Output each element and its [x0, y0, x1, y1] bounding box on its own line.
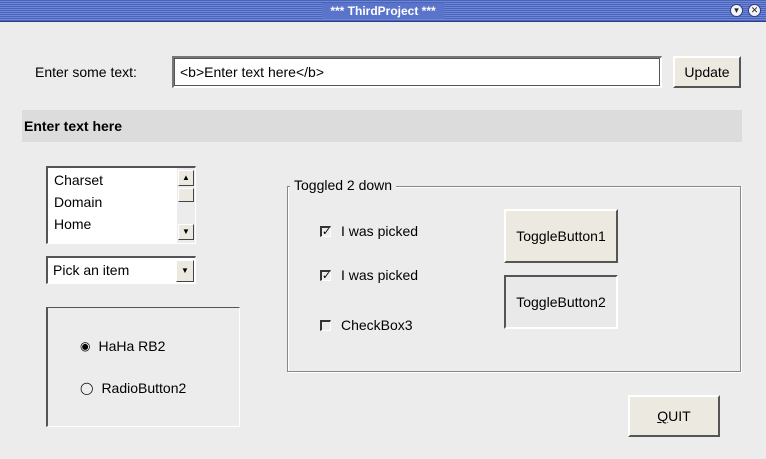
output-banner: Enter text here [22, 110, 742, 142]
toggle-button-1[interactable]: ToggleButton1 [504, 209, 618, 263]
radio-unselected-icon: ◯ [80, 381, 94, 395]
checkbox-1[interactable]: ✓ I was picked [320, 223, 418, 239]
list-item[interactable]: Charset [54, 172, 103, 188]
checkmark-icon: ✓ [320, 269, 332, 282]
item-listbox[interactable]: Charset Domain Home ▲ ▼ [46, 166, 196, 244]
checkmark-icon: ✓ [320, 225, 332, 238]
checkbox-label: I was picked [341, 267, 419, 283]
checkbox-label: I was picked [341, 223, 419, 239]
toggle-button-2[interactable]: ToggleButton2 [504, 275, 618, 329]
toggle-group: Toggled 2 down ✓ I was picked ✓ I was pi… [287, 177, 741, 372]
checkbox-empty-icon [320, 319, 331, 331]
checkbox-2[interactable]: ✓ I was picked [320, 267, 418, 283]
list-item[interactable]: Home [54, 216, 91, 232]
checkbox-3[interactable]: CheckBox3 [320, 317, 413, 333]
quit-mnemonic: Q [657, 408, 669, 424]
checkbox-label: CheckBox3 [341, 317, 413, 333]
radio-label: RadioButton2 [101, 380, 187, 396]
chevron-down-icon[interactable]: ▼ [176, 260, 194, 282]
listbox-scrollbar[interactable]: ▲ ▼ [177, 168, 195, 243]
quit-label-rest: UIT [668, 408, 691, 424]
text-input[interactable]: <b>Enter text here</b> [172, 56, 662, 88]
radio-radiobutton2[interactable]: ◯ RadioButton2 [80, 380, 186, 396]
window-menu-icon[interactable]: ▾ [730, 4, 743, 17]
update-button[interactable]: Update [673, 56, 741, 88]
radio-selected-icon: ◉ [80, 339, 91, 353]
list-item[interactable]: Domain [54, 194, 102, 210]
radio-group: ◉ HaHa RB2 ◯ RadioButton2 [46, 307, 240, 427]
enter-text-label: Enter some text: [35, 64, 137, 80]
dropdown-value: Pick an item [53, 262, 130, 278]
radio-label: HaHa RB2 [98, 338, 166, 354]
window-title: *** ThirdProject *** [322, 3, 444, 19]
pick-item-dropdown[interactable]: Pick an item ▼ [46, 256, 196, 284]
scroll-up-icon[interactable]: ▲ [178, 170, 194, 186]
group-title: Toggled 2 down [290, 177, 397, 193]
title-bar[interactable]: *** ThirdProject *** ▾ ✕ [0, 0, 766, 22]
quit-button[interactable]: Q UIT [628, 395, 720, 437]
radio-haha-rb2[interactable]: ◉ HaHa RB2 [80, 338, 165, 354]
scroll-down-icon[interactable]: ▼ [178, 224, 194, 240]
scroll-thumb[interactable] [178, 188, 194, 202]
close-icon[interactable]: ✕ [748, 4, 761, 17]
